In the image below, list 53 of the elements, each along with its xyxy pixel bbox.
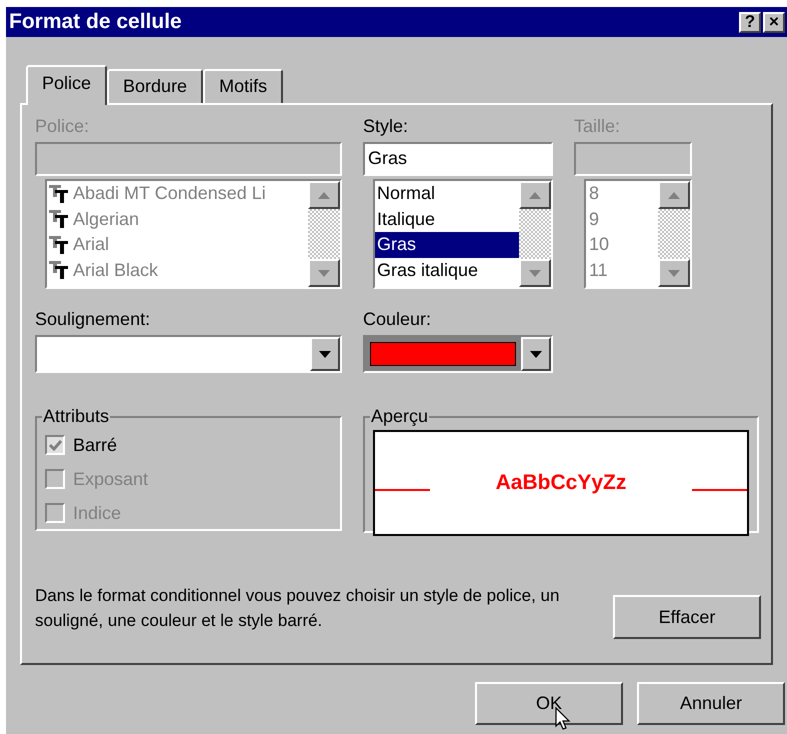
list-item[interactable]: Gras	[375, 232, 519, 258]
truetype-font-icon	[49, 261, 69, 280]
checkbox-label: Exposant	[73, 468, 148, 491]
truetype-font-icon	[49, 236, 69, 254]
down-arrow-icon	[319, 350, 331, 358]
window-title: Format de cellule	[9, 9, 182, 35]
description-text: Dans le format conditionnel vous pouvez choisir un style de police, un souligné, une couleur et le style barré.	[35, 585, 560, 632]
down-arrow-icon	[668, 270, 680, 276]
scroll-down-button[interactable]	[308, 259, 340, 287]
scroll-up-button[interactable]	[658, 181, 690, 209]
color-dropdown[interactable]	[363, 335, 553, 373]
scroll-down-button[interactable]	[658, 259, 690, 287]
style-field[interactable]: Gras	[363, 142, 553, 176]
scroll-down-button[interactable]	[519, 259, 551, 287]
field-label: Taille:	[574, 115, 622, 137]
preview-line	[692, 489, 747, 491]
down-arrow-icon	[529, 270, 541, 276]
check-icon	[48, 440, 62, 450]
field-label: Police:	[35, 115, 90, 137]
group-title: Attributs	[42, 405, 110, 428]
ok-button[interactable]: OK	[475, 682, 623, 725]
checkbox-label: Indice	[73, 502, 122, 524]
list-item[interactable]: Italique	[375, 206, 519, 232]
list-item[interactable]: Gras italique	[375, 258, 519, 283]
checkbox[interactable]	[45, 435, 65, 455]
cancel-button[interactable]: Annuler	[637, 682, 785, 725]
scroll-up-button[interactable]	[519, 181, 551, 209]
up-arrow-icon	[318, 192, 330, 198]
style-list[interactable]: Normal Italique Gras Gras italique	[373, 179, 553, 289]
down-arrow-icon	[530, 350, 542, 358]
clear-button[interactable]: Effacer	[613, 595, 761, 639]
up-arrow-icon	[668, 192, 680, 198]
preview-line	[375, 489, 430, 491]
field-label: Soulignement:	[35, 308, 152, 330]
preview-sample: AaBbCcYyZz	[496, 470, 626, 496]
checkbox-label: Barré	[73, 434, 118, 456]
group-title: Aperçu	[370, 405, 430, 428]
list-item[interactable]: Normal	[375, 181, 519, 206]
up-arrow-icon	[529, 192, 541, 198]
dropdown-button[interactable]	[521, 337, 551, 371]
truetype-font-icon	[49, 184, 69, 203]
tab[interactable]: Motifs	[203, 69, 284, 103]
scroll-up-button[interactable]	[308, 181, 340, 209]
field-label: Style:	[363, 115, 410, 137]
down-arrow-icon	[318, 270, 330, 276]
tab[interactable]: Bordure	[107, 69, 204, 103]
dropdown-button[interactable]	[310, 337, 340, 371]
tab[interactable]: Police	[26, 65, 108, 105]
underline-dropdown[interactable]	[35, 335, 342, 373]
truetype-font-icon	[49, 210, 69, 228]
close-button[interactable]: ×	[763, 12, 785, 32]
field-label: Couleur:	[363, 308, 432, 330]
help-button[interactable]: ?	[739, 12, 761, 32]
